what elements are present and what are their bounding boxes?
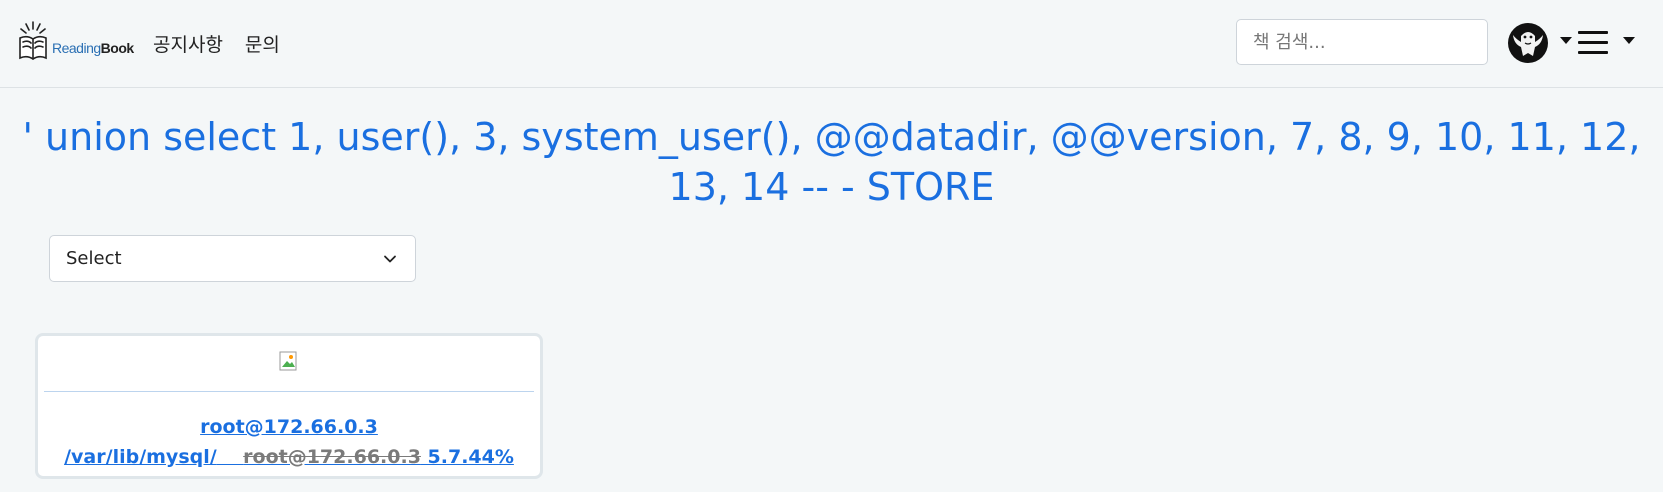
page-title: ' union select 1, user(), 3, system_user…: [22, 115, 1641, 209]
nav-link-inquiry[interactable]: 문의: [245, 30, 280, 57]
category-select[interactable]: Select: [49, 235, 416, 282]
card-detail-link[interactable]: /var/lib/mysql/ root@172.66.0.3 5.7.44%: [38, 446, 540, 468]
brand-logo-link[interactable]: ReadingBook: [18, 20, 134, 62]
user-menu-caret[interactable]: [1560, 37, 1572, 44]
main-menu-caret[interactable]: [1623, 37, 1635, 44]
brand-name: ReadingBook: [52, 40, 134, 56]
book-card[interactable]: root@172.66.0.3 /var/lib/mysql/ root@172…: [35, 333, 543, 479]
user-avatar-icon[interactable]: [1507, 22, 1549, 64]
open-book-icon: [19, 21, 47, 60]
book-search-input[interactable]: [1236, 19, 1488, 65]
card-price: 5.7.44%: [420, 446, 514, 468]
nav-links: 공지사항 문의: [153, 30, 280, 57]
card-price-strike: root@172.66.0.3: [243, 446, 421, 468]
card-title-link[interactable]: root@172.66.0.3: [38, 416, 540, 438]
card-divider: [44, 391, 534, 392]
broken-image-icon: [279, 351, 297, 371]
navbar: ReadingBook 공지사항 문의: [0, 0, 1663, 88]
hamburger-icon[interactable]: [1578, 31, 1608, 55]
nav-link-notice[interactable]: 공지사항: [153, 30, 223, 57]
select-value: Select: [66, 248, 122, 269]
chevron-down-icon: [384, 255, 396, 263]
card-path: /var/lib/mysql/: [64, 446, 217, 468]
